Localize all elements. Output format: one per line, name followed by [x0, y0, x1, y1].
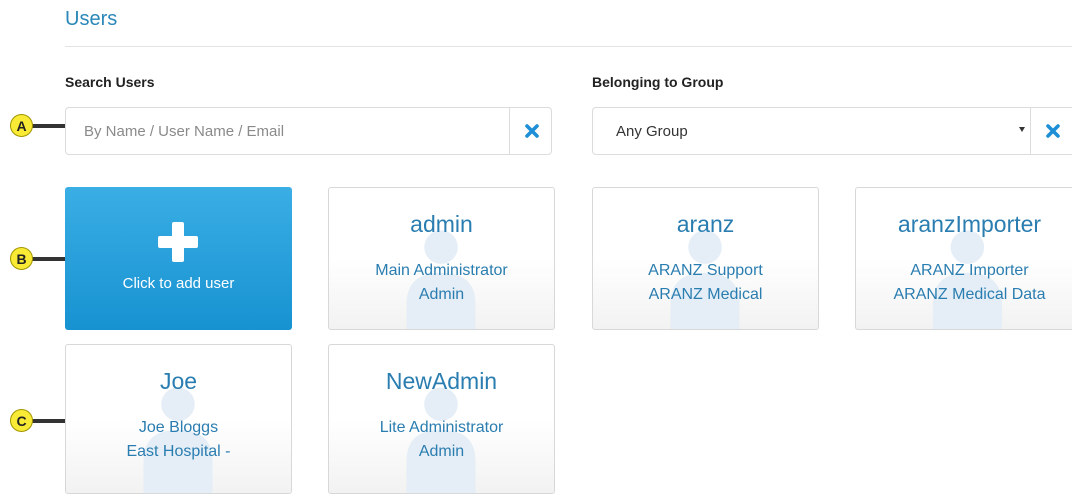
user-card-username: NewAdmin: [385, 368, 498, 394]
user-card-fullname: ARANZ Support: [648, 262, 763, 279]
user-card-group: East Hospital -: [126, 443, 231, 460]
user-card-username: aranz: [676, 211, 735, 237]
user-card[interactable]: aranzImporter ARANZ Importer ARANZ Medic…: [855, 187, 1072, 330]
add-user-button[interactable]: Click to add user: [65, 187, 292, 330]
user-silhouette-icon: [670, 230, 740, 329]
user-card-group: Admin: [418, 443, 465, 460]
user-card-group: ARANZ Medical: [648, 286, 763, 303]
annotation-connector: [31, 124, 65, 128]
user-card-fullname: Joe Bloggs: [138, 419, 219, 436]
user-card[interactable]: admin Main Administrator Admin: [328, 187, 555, 330]
clear-search-button[interactable]: [509, 108, 553, 154]
add-user-label: Click to add user: [122, 275, 235, 292]
user-silhouette-icon: [406, 230, 476, 329]
user-card-username: Joe: [159, 368, 198, 394]
search-box: [65, 107, 552, 155]
user-silhouette-icon: [932, 230, 1002, 329]
title-divider: [65, 46, 1072, 47]
user-card-fullname: Lite Administrator: [379, 419, 504, 436]
user-card[interactable]: aranz ARANZ Support ARANZ Medical: [592, 187, 819, 330]
page-title: Users: [65, 8, 118, 30]
annotation-marker-c: C: [10, 409, 33, 432]
user-card-fullname: Main Administrator: [375, 262, 508, 279]
annotation-marker-a: A: [10, 114, 33, 137]
search-users-label: Search Users: [65, 74, 155, 90]
plus-icon: [158, 222, 198, 262]
user-card-username: aranzImporter: [897, 211, 1042, 237]
user-card-fullname: ARANZ Importer: [910, 262, 1029, 279]
annotation-marker-b: B: [10, 247, 33, 270]
user-card[interactable]: Joe Joe Bloggs East Hospital -: [65, 344, 292, 494]
group-select[interactable]: Any Group: [592, 107, 1072, 155]
close-icon: [524, 124, 539, 138]
group-filter-label: Belonging to Group: [592, 74, 724, 90]
annotation-connector: [31, 419, 65, 423]
annotation-connector: [31, 257, 65, 261]
user-card-group: ARANZ Medical Data: [893, 286, 1046, 303]
caret-down-icon: [1019, 127, 1025, 132]
close-icon: [1045, 124, 1060, 138]
user-card-username: admin: [410, 211, 473, 237]
user-card-group: Admin: [418, 286, 465, 303]
user-card[interactable]: NewAdmin Lite Administrator Admin: [328, 344, 555, 494]
group-select-value: Any Group: [616, 123, 688, 140]
clear-group-button[interactable]: [1030, 108, 1072, 154]
search-input[interactable]: [66, 108, 506, 154]
